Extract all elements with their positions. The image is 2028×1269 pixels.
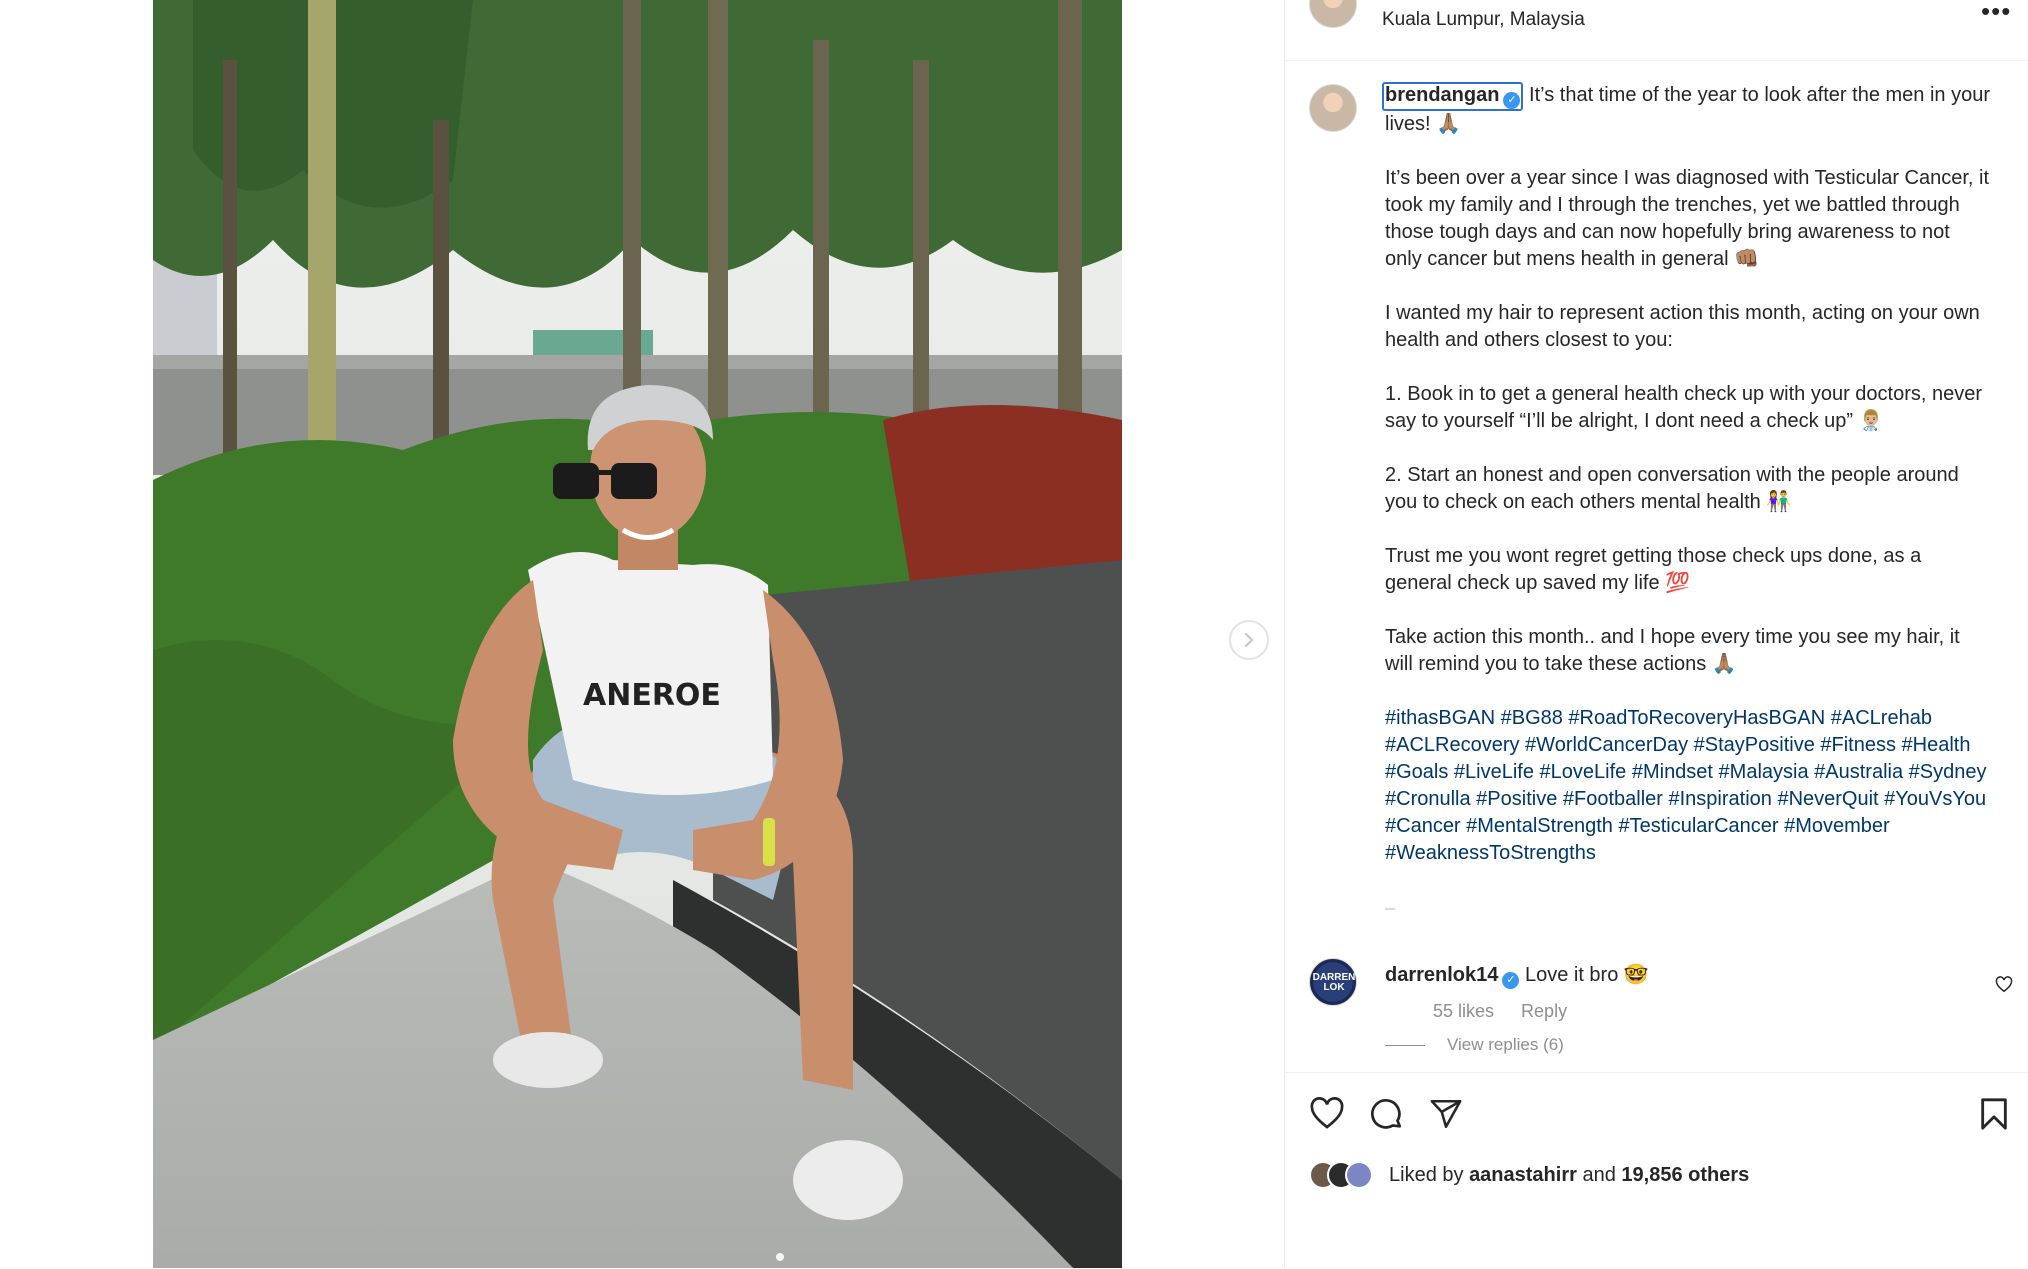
liked-by-row: Liked by aanastahirr and 19,856 others <box>1309 1159 1749 1191</box>
liked-by-and: and <box>1582 1163 1616 1186</box>
share-button[interactable] <box>1429 1097 1463 1136</box>
post-caption: brendangan ✓ It’s that time of the year t… <box>1382 82 1990 894</box>
like-button[interactable] <box>1309 1097 1345 1135</box>
carousel-indicator <box>776 1253 784 1261</box>
verified-icon: ✓ <box>1502 972 1520 989</box>
comment-icon <box>1371 1099 1402 1129</box>
comments-scroll-area[interactable]: brendangan ✓ It’s that time of the year t… <box>1285 60 2028 1070</box>
next-photo-button[interactable] <box>1229 620 1269 660</box>
author-avatar[interactable] <box>1309 0 1357 28</box>
comment-meta: 55 likes Reply <box>1433 1001 1589 1022</box>
comment-button[interactable] <box>1369 1097 1405 1138</box>
caption-paragraph: It’s been over a year since I was diagno… <box>1385 167 1990 270</box>
share-icon <box>1430 1099 1462 1129</box>
commenter-avatar[interactable]: DARREN LOK <box>1309 958 1357 1006</box>
caption-paragraph: Trust me you wont regret getting those c… <box>1385 545 1922 594</box>
svg-text:ANEROE: ANEROE <box>583 678 721 713</box>
post-actions: Liked by aanastahirr and 19,856 others <box>1285 1072 2028 1269</box>
verified-icon: ✓ <box>1503 92 1521 109</box>
author-username-link[interactable]: brendangan ✓ <box>1382 82 1524 111</box>
caption-paragraph: 2. Start an honest and open conversation… <box>1385 464 1959 513</box>
post-details-panel: Kuala Lumpur, Malaysia ••• brendangan ✓ I… <box>1284 0 2028 1269</box>
author-avatar[interactable] <box>1309 84 1357 132</box>
caption-hashtags[interactable]: #ithasBGAN #BG88 #RoadToRecoveryHasBGAN … <box>1385 705 1990 867</box>
commenter-username[interactable]: darrenlok14 <box>1385 964 1498 986</box>
comment-like-button[interactable] <box>1995 976 2013 998</box>
liker-avatar <box>1345 1161 1373 1189</box>
comment-text: Love it bro 🤓 <box>1524 964 1649 986</box>
post-location[interactable]: Kuala Lumpur, Malaysia <box>1382 9 1585 31</box>
caption-paragraph: 1. Book in to get a general health check… <box>1385 383 1983 432</box>
liked-by-text: Liked by aanastahirr and 19,856 others <box>1389 1164 1749 1187</box>
author-username: brendangan <box>1385 84 1500 106</box>
liker-username[interactable]: aanastahirr <box>1469 1164 1577 1186</box>
avatar-text: DARREN LOK <box>1312 972 1356 993</box>
divider <box>1385 1045 1425 1047</box>
comment-body: darrenlok14 ✓ Love it bro 🤓 <box>1385 962 1649 989</box>
heart-icon <box>1995 976 2013 993</box>
likes-count[interactable]: 19,856 others <box>1621 1164 1749 1186</box>
caption-paragraph: I wanted my hair to represent action thi… <box>1385 302 1980 351</box>
photo-scene: ANEROE <box>153 0 1122 1268</box>
chevron-right-icon <box>1244 632 1254 648</box>
caption-paragraph: Take action this month.. and I hope ever… <box>1385 626 1960 675</box>
divider <box>1385 908 1395 910</box>
view-replies-label: View replies (6) <box>1447 1035 1564 1054</box>
post-header: Kuala Lumpur, Malaysia ••• <box>1285 0 2028 61</box>
heart-icon <box>1310 1097 1344 1129</box>
liked-by-prefix: Liked by <box>1389 1163 1464 1186</box>
save-button[interactable] <box>1979 1097 2009 1136</box>
bookmark-icon <box>1981 1098 2007 1130</box>
post-photo[interactable]: ANEROE <box>153 0 1122 1268</box>
more-icon[interactable]: ••• <box>1981 0 2011 27</box>
view-replies-button[interactable]: View replies (6) <box>1385 1035 1564 1055</box>
comment-likes-count[interactable]: 55 likes <box>1433 1001 1494 1021</box>
comment-reply-button[interactable]: Reply <box>1521 1001 1567 1021</box>
